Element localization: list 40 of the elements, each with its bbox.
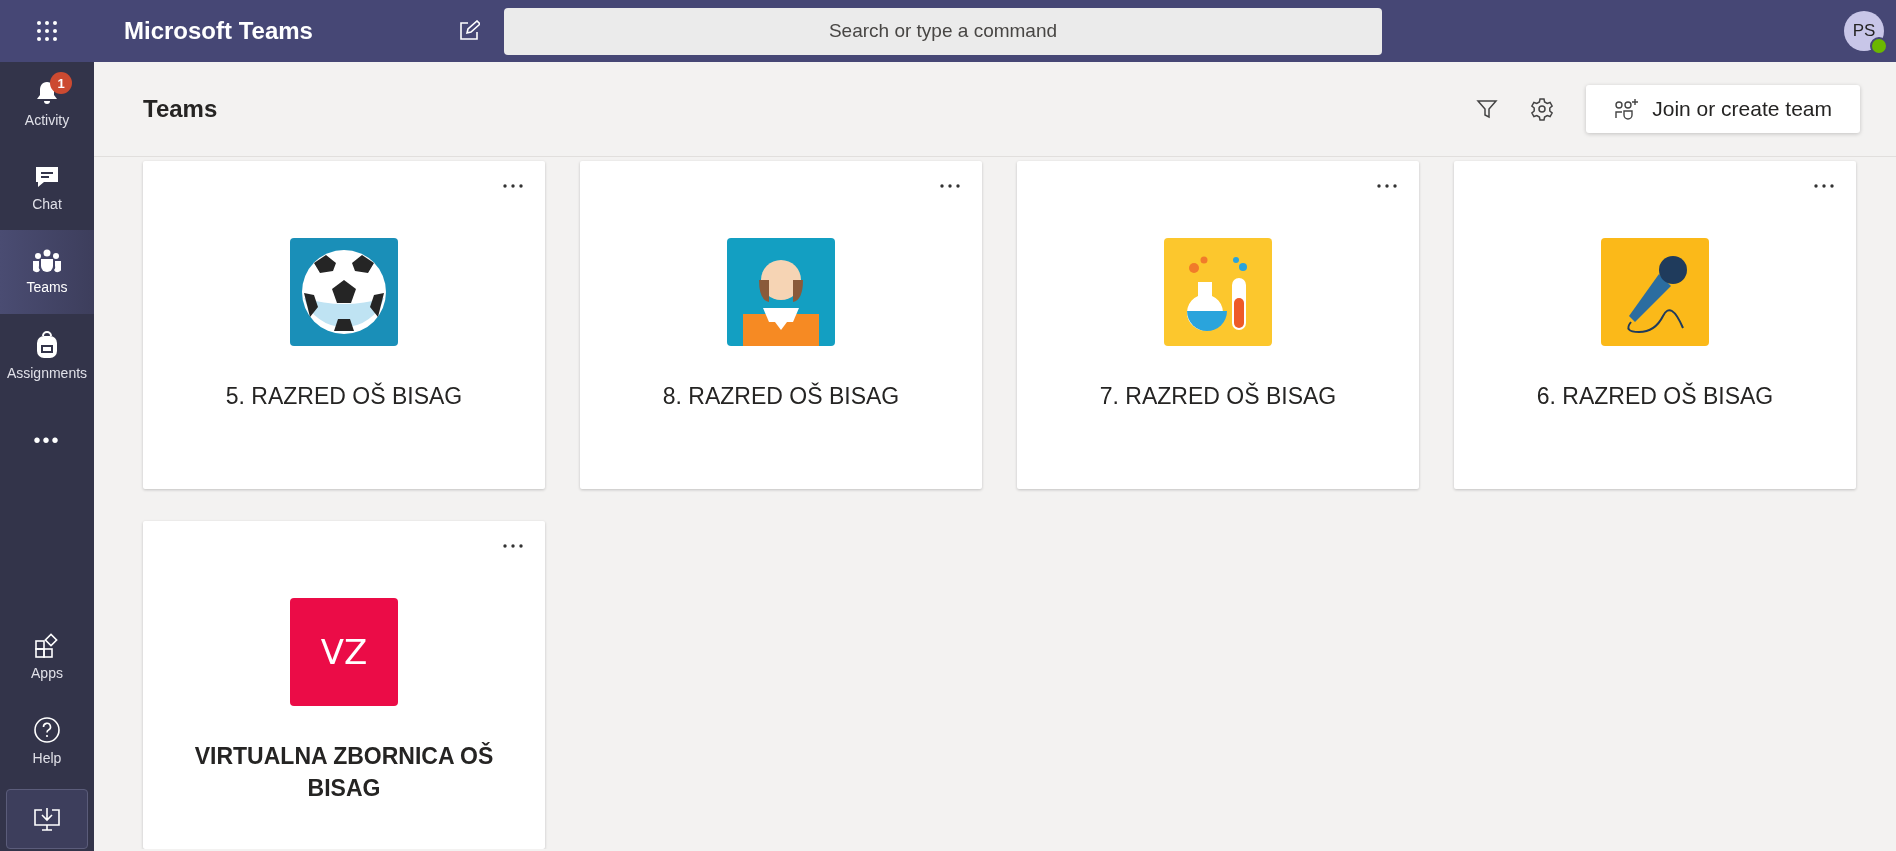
lab-flask-icon <box>1164 238 1272 346</box>
apps-icon <box>34 633 60 659</box>
help-icon <box>33 716 61 744</box>
rail-item[interactable]: Assignments <box>0 314 94 398</box>
team-name: 5. RAZRED OŠ BISAG <box>224 381 464 411</box>
join-or-create-team-button[interactable]: Join or create team <box>1586 85 1860 133</box>
rail-item[interactable]: Help <box>0 699 94 783</box>
team-card[interactable]: 5. RAZRED OŠ BISAG <box>143 161 545 489</box>
page-title: Teams <box>143 95 219 123</box>
team-card[interactable]: 8. RAZRED OŠ BISAG <box>580 161 982 489</box>
rail-item[interactable]: Chat <box>0 146 94 230</box>
microphone-icon <box>1601 238 1709 346</box>
search-field[interactable]: Search or type a command <box>504 7 1382 55</box>
add-team-icon <box>1614 98 1641 120</box>
backpack-icon <box>35 331 59 359</box>
bell-icon <box>35 80 59 106</box>
rail-item[interactable]: Activity 1 <box>0 62 94 146</box>
team-name: 8. RAZRED OŠ BISAG <box>661 381 901 411</box>
app-title: Microsoft Teams <box>123 17 314 45</box>
user-avatar[interactable]: PS <box>1844 11 1884 51</box>
team-name: 7. RAZRED OŠ BISAG <box>1098 381 1338 411</box>
team-initials-tile: VZ <box>290 598 398 706</box>
team-card[interactable]: VZ VIRTUALNA ZBORNICA OŠ BISAG <box>143 521 545 849</box>
chat-icon <box>34 164 60 190</box>
team-card[interactable]: 7. RAZRED OŠ BISAG <box>1017 161 1419 489</box>
app-launcher-icon[interactable] <box>36 20 58 42</box>
download-app-button[interactable] <box>6 789 88 849</box>
rail-item[interactable]: Teams <box>0 230 94 314</box>
team-name: VIRTUALNA ZBORNICA OŠ BISAG <box>193 741 495 804</box>
team-card[interactable]: 6. RAZRED OŠ BISAG <box>1454 161 1856 489</box>
new-chat-icon[interactable] <box>458 20 480 42</box>
rail-item[interactable]: Apps <box>0 615 94 699</box>
cartoon-figure-icon <box>727 238 835 346</box>
more-apps-button[interactable]: ••• <box>0 398 94 482</box>
filter-icon[interactable] <box>1476 98 1499 120</box>
notification-badge: 1 <box>50 72 72 94</box>
settings-icon[interactable] <box>1530 97 1555 121</box>
people-icon <box>33 249 61 273</box>
team-name: 6. RAZRED OŠ BISAG <box>1535 381 1775 411</box>
download-icon <box>33 806 61 832</box>
